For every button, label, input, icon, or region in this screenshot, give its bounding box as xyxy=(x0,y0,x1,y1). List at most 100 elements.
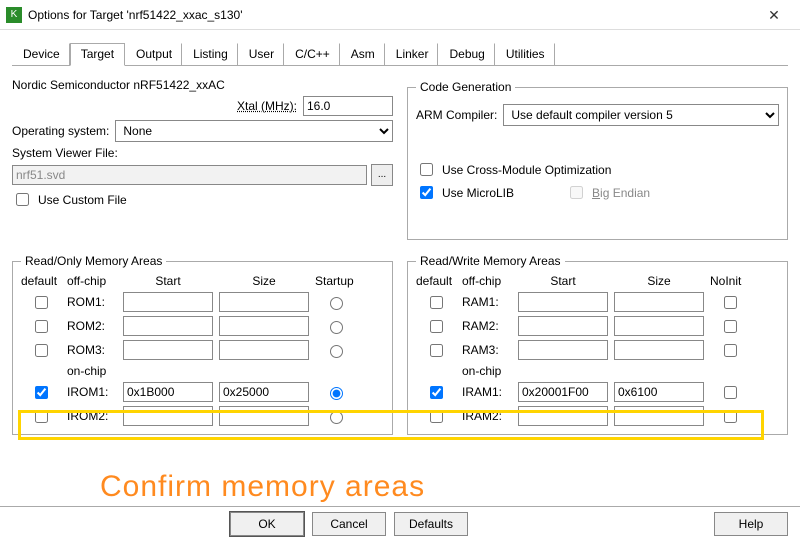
irom2-size[interactable] xyxy=(219,406,309,426)
irom2-startup[interactable] xyxy=(330,411,343,424)
rom1-start[interactable] xyxy=(123,292,213,312)
os-combo[interactable]: None xyxy=(115,120,393,142)
cancel-button[interactable]: Cancel xyxy=(312,512,386,536)
rom1-size[interactable] xyxy=(219,292,309,312)
rom3-start[interactable] xyxy=(123,340,213,360)
irom1-startup[interactable] xyxy=(330,387,343,400)
cross-module-label: Use Cross-Module Optimization xyxy=(442,163,611,177)
code-gen-legend: Code Generation xyxy=(416,80,515,94)
ram-onchip-label: on-chip xyxy=(462,364,512,378)
device-name: Nordic Semiconductor nRF51422_xxAC xyxy=(12,78,225,92)
rom-hdr-size: Size xyxy=(219,274,309,288)
tab-utilities[interactable]: Utilities xyxy=(495,43,555,66)
iram1-def[interactable] xyxy=(430,386,443,399)
iram1-noinit[interactable] xyxy=(724,386,737,399)
tab-user[interactable]: User xyxy=(238,43,284,66)
window-title: Options for Target 'nrf51422_xxac_s130' xyxy=(28,8,754,22)
svf-browse-button[interactable]: ... xyxy=(371,164,393,186)
xtal-label: Xtal (MHz): xyxy=(237,99,297,113)
ram1-start[interactable] xyxy=(518,292,608,312)
ram1-name: RAM1: xyxy=(462,295,512,309)
ram-hdr-offchip: off-chip xyxy=(462,274,512,288)
iram2-noinit[interactable] xyxy=(724,410,737,423)
rom-hdr-offchip: off-chip xyxy=(67,274,117,288)
ram2-start[interactable] xyxy=(518,316,608,336)
microlib-check[interactable] xyxy=(420,186,433,199)
rom-hdr-startup: Startup xyxy=(315,274,355,288)
rom1-startup[interactable] xyxy=(330,297,343,310)
irom1-size[interactable] xyxy=(219,382,309,402)
ram-hdr-default: default xyxy=(416,274,456,288)
rom2-def[interactable] xyxy=(35,320,48,333)
close-icon[interactable]: ✕ xyxy=(754,1,794,29)
tab-listing[interactable]: Listing xyxy=(182,43,238,66)
rom1-def[interactable] xyxy=(35,296,48,309)
ok-button[interactable]: OK xyxy=(230,512,304,536)
app-icon: K xyxy=(6,7,22,23)
arm-compiler-combo[interactable]: Use default compiler version 5 xyxy=(503,104,779,126)
ram2-name: RAM2: xyxy=(462,319,512,333)
big-endian-label: BBig Endianig Endian xyxy=(592,186,650,200)
titlebar: K Options for Target 'nrf51422_xxac_s130… xyxy=(0,0,800,30)
iram1-start[interactable] xyxy=(518,382,608,402)
os-label: Operating system: xyxy=(12,124,109,138)
tab-linker[interactable]: Linker xyxy=(385,43,439,66)
rom-group: Read/Only Memory Areas default off-chip … xyxy=(12,254,393,435)
help-button[interactable]: Help xyxy=(714,512,788,536)
code-gen-group: Code Generation ARM Compiler: Use defaul… xyxy=(407,80,788,240)
irom1-name: IROM1: xyxy=(67,385,117,399)
arm-compiler-label: ARM Compiler: xyxy=(416,108,497,122)
tab-cpp[interactable]: C/C++ xyxy=(284,43,340,66)
irom2-start[interactable] xyxy=(123,406,213,426)
ram3-def[interactable] xyxy=(430,344,443,357)
use-custom-file-label: Use Custom File xyxy=(38,193,127,207)
tab-debug[interactable]: Debug xyxy=(438,43,494,66)
rom3-size[interactable] xyxy=(219,340,309,360)
svf-input xyxy=(12,165,367,185)
svf-label: System Viewer File: xyxy=(12,146,118,160)
microlib-label: Use MicroLIB xyxy=(442,186,514,200)
rom2-startup[interactable] xyxy=(330,321,343,334)
irom1-def[interactable] xyxy=(35,386,48,399)
big-endian-check xyxy=(570,186,583,199)
defaults-button[interactable]: Defaults xyxy=(394,512,468,536)
ram1-noinit[interactable] xyxy=(724,296,737,309)
ram3-size[interactable] xyxy=(614,340,704,360)
rom3-startup[interactable] xyxy=(330,345,343,358)
iram1-size[interactable] xyxy=(614,382,704,402)
ram1-size[interactable] xyxy=(614,292,704,312)
button-bar: OK Cancel Defaults Help xyxy=(0,506,800,540)
ram-hdr-noinit: NoInit xyxy=(710,274,750,288)
cross-module-check[interactable] xyxy=(420,163,433,176)
iram2-def[interactable] xyxy=(430,410,443,423)
ram2-noinit[interactable] xyxy=(724,320,737,333)
ram3-start[interactable] xyxy=(518,340,608,360)
ram2-size[interactable] xyxy=(614,316,704,336)
use-custom-file-check[interactable] xyxy=(16,193,29,206)
rom3-name: ROM3: xyxy=(67,343,117,357)
xtal-input[interactable] xyxy=(303,96,393,116)
tab-device[interactable]: Device xyxy=(12,43,70,66)
irom2-def[interactable] xyxy=(35,410,48,423)
ram-hdr-size: Size xyxy=(614,274,704,288)
rom-legend: Read/Only Memory Areas xyxy=(21,254,166,268)
ram-group: Read/Write Memory Areas default off-chip… xyxy=(407,254,788,435)
irom1-start[interactable] xyxy=(123,382,213,402)
rom3-def[interactable] xyxy=(35,344,48,357)
rom2-start[interactable] xyxy=(123,316,213,336)
tab-bar: Device Target Output Listing User C/C++ … xyxy=(12,42,788,66)
tab-asm[interactable]: Asm xyxy=(340,43,385,66)
ram3-noinit[interactable] xyxy=(724,344,737,357)
iram2-size[interactable] xyxy=(614,406,704,426)
iram2-name: IRAM2: xyxy=(462,409,512,423)
iram2-start[interactable] xyxy=(518,406,608,426)
tab-output[interactable]: Output xyxy=(125,43,182,66)
rom-hdr-start: Start xyxy=(123,274,213,288)
rom2-size[interactable] xyxy=(219,316,309,336)
ram2-def[interactable] xyxy=(430,320,443,333)
annotation-text: Confirm memory areas xyxy=(100,470,425,504)
ram-legend: Read/Write Memory Areas xyxy=(416,254,565,268)
rom-onchip-label: on-chip xyxy=(67,364,117,378)
tab-target[interactable]: Target xyxy=(70,43,125,66)
ram1-def[interactable] xyxy=(430,296,443,309)
